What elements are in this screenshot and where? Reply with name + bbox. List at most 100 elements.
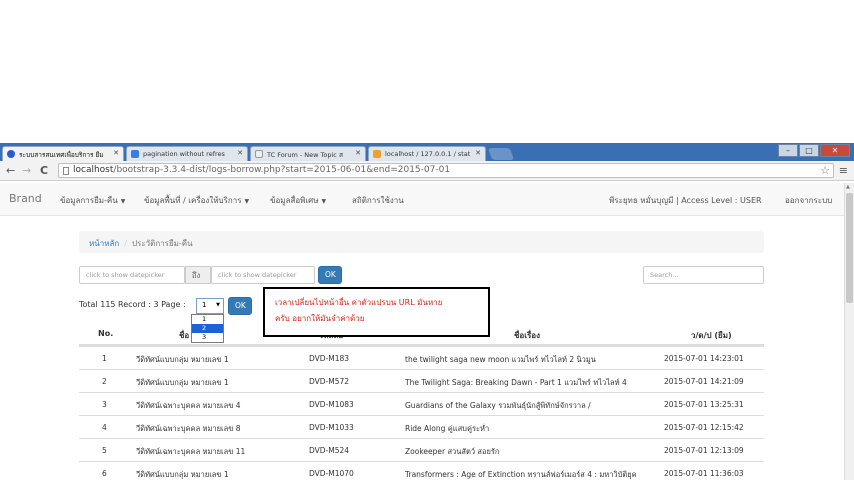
phpmyadmin-favicon-icon bbox=[373, 150, 381, 158]
page-ok-button[interactable]: OK bbox=[228, 297, 252, 315]
cell-media-code: DVD-M1083 bbox=[309, 400, 354, 409]
page-scrollbar[interactable]: ▲ bbox=[844, 183, 854, 480]
url-path: /bootstrap-3.3.4-dist/logs-borrow.php?st… bbox=[113, 165, 451, 175]
nav-label: ข้อมูลการยืม-คืน bbox=[60, 196, 118, 205]
breadcrumb: หน้าหลัก / ประวัติการยืม-คืน bbox=[79, 231, 764, 253]
page-favicon-icon bbox=[255, 150, 263, 158]
cell-media-code: DVD-M572 bbox=[309, 377, 350, 386]
cell-date: 2015-07-01 12:15:42 bbox=[664, 423, 744, 432]
annotation-note: เวลาเปลี่ยนไปหน้าอื่น ค่าตัวแปรบน URL มั… bbox=[263, 287, 490, 337]
col-header-date: ว/ด/ป (ยืม) bbox=[691, 331, 732, 340]
cell-date: 2015-07-01 11:36:03 bbox=[664, 469, 744, 478]
close-window-icon[interactable]: ✕ bbox=[820, 144, 850, 157]
cell-no: 1 bbox=[102, 354, 107, 363]
minimize-icon[interactable]: – bbox=[778, 144, 798, 157]
cell-title: The Twilight Saga: Breaking Dawn - Part … bbox=[405, 378, 627, 387]
cell-name: วีดิทัศน์แบบกลุ่ม หมายเลข 1 bbox=[136, 355, 229, 364]
record-summary: Total 115 Record : 3 Page : bbox=[79, 300, 186, 309]
google-favicon-icon bbox=[131, 150, 139, 158]
cell-no: 4 bbox=[102, 423, 107, 432]
date-ok-button[interactable]: OK bbox=[318, 266, 342, 284]
navbar-brand[interactable]: Brand bbox=[9, 192, 42, 205]
maximize-icon[interactable]: □ bbox=[799, 144, 819, 157]
cell-name: วีดิทัศน์เฉพาะบุคคล หมายเลข 4 bbox=[136, 401, 241, 410]
cell-name: วีดิทัศน์แบบกลุ่ม หมายเลข 1 bbox=[136, 378, 229, 387]
url-input[interactable]: localhost/bootstrap-3.3.4-dist/logs-borr… bbox=[58, 163, 834, 178]
search-input[interactable]: Search... bbox=[643, 266, 764, 284]
cell-title: Ride Along คู่แสบคู่ระห่ำ bbox=[405, 424, 490, 433]
breadcrumb-home[interactable]: หน้าหลัก bbox=[89, 239, 119, 248]
browser-tab-4[interactable]: localhost / 127.0.0.1 / stat ✕ bbox=[368, 146, 486, 161]
logout-link[interactable]: ออกจากระบบ bbox=[785, 194, 832, 207]
blank-area bbox=[0, 0, 854, 143]
nav-label: ข้อมูลพื้นที่ / เครื่องให้บริการ bbox=[144, 196, 242, 205]
cell-title: Zookeeper สวนสัตว์ สอยรัก bbox=[405, 447, 500, 456]
close-tab-icon[interactable]: ✕ bbox=[113, 149, 119, 157]
page-option[interactable]: 1 bbox=[192, 315, 223, 324]
close-tab-icon[interactable]: ✕ bbox=[355, 149, 361, 157]
cell-media-code: DVD-M1070 bbox=[309, 469, 354, 478]
page-select-value: 1 bbox=[202, 301, 207, 309]
cell-name: วีดิทัศน์แบบกลุ่ม หมายเลข 1 bbox=[136, 470, 229, 479]
tab-label: ระบบสารสนเทศเพื่อบริการ ยืม bbox=[19, 151, 104, 159]
browser-menu-icon[interactable]: ≡ bbox=[839, 164, 848, 177]
cell-no: 6 bbox=[102, 469, 107, 478]
caret-down-icon: ▼ bbox=[244, 198, 250, 205]
cell-media-code: DVD-M183 bbox=[309, 354, 350, 363]
scroll-thumb[interactable] bbox=[846, 193, 853, 303]
table-row: 1 วีดิทัศน์แบบกลุ่ม หมายเลข 1 DVD-M183 t… bbox=[79, 346, 764, 369]
table-row: 5 วีดิทัศน์เฉพาะบุคคล หมายเลข 11 DVD-M52… bbox=[79, 438, 764, 461]
page-icon bbox=[63, 167, 69, 175]
cell-media-code: DVD-M524 bbox=[309, 446, 350, 455]
end-date-input[interactable]: click to show datepicker bbox=[211, 266, 315, 284]
cell-title: Transformers : Age of Extinction ทรานส์ฟ… bbox=[405, 470, 637, 479]
select-arrow-icon: ▼ bbox=[216, 302, 220, 308]
caret-down-icon: ▼ bbox=[120, 198, 126, 205]
cell-name: วีดิทัศน์เฉพาะบุคคล หมายเลข 11 bbox=[136, 447, 246, 456]
site-favicon-icon bbox=[7, 150, 15, 158]
table-row: 6 วีดิทัศน์แบบกลุ่ม หมายเลข 1 DVD-M1070 … bbox=[79, 461, 764, 484]
col-header-no: No. bbox=[98, 329, 114, 338]
user-info: พีระยุทธ หมั่นบุญมี | Access Level : USE… bbox=[609, 196, 762, 205]
nav-item-area-machines[interactable]: ข้อมูลพื้นที่ / เครื่องให้บริการ ▼ bbox=[144, 194, 249, 207]
browser-tab-3[interactable]: TC Forum - New Topic ส ✕ bbox=[250, 146, 366, 161]
close-tab-icon[interactable]: ✕ bbox=[237, 149, 243, 157]
breadcrumb-current: ประวัติการยืม-คืน bbox=[131, 239, 193, 248]
tab-label: localhost / 127.0.0.1 / stat bbox=[385, 150, 471, 158]
cell-no: 2 bbox=[102, 377, 107, 386]
table-row: 4 วีดิทัศน์เฉพาะบุคคล หมายเลข 8 DVD-M103… bbox=[79, 415, 764, 438]
table-row: 3 วีดิทัศน์เฉพาะบุคคล หมายเลข 4 DVD-M108… bbox=[79, 392, 764, 415]
nav-label: ข้อมูลสื่อพิเศษ bbox=[270, 196, 319, 205]
cell-no: 3 bbox=[102, 400, 107, 409]
scroll-up-icon[interactable]: ▲ bbox=[846, 184, 850, 190]
cell-date: 2015-07-01 12:13:09 bbox=[664, 446, 744, 455]
back-arrow-icon[interactable]: ← bbox=[6, 164, 15, 177]
start-date-input[interactable]: click to show datepicker bbox=[79, 266, 185, 284]
browser-tab-2[interactable]: pagination without refres ✕ bbox=[126, 146, 248, 161]
cell-date: 2015-07-01 13:25:31 bbox=[664, 400, 744, 409]
browser-tab-1[interactable]: ระบบสารสนเทศเพื่อบริการ ยืม ✕ bbox=[2, 146, 124, 161]
browser-tab-bar: ระบบสารสนเทศเพื่อบริการ ยืม ✕ pagination… bbox=[0, 143, 854, 161]
caret-down-icon: ▼ bbox=[321, 198, 327, 205]
nav-item-stats[interactable]: สถิติการใช้งาน bbox=[352, 194, 404, 207]
new-tab-button[interactable] bbox=[487, 148, 515, 160]
bookmark-star-icon[interactable]: ☆ bbox=[820, 164, 830, 177]
note-line-1: เวลาเปลี่ยนไปหน้าอื่น ค่าตัวแปรบน URL มั… bbox=[275, 298, 443, 307]
forward-arrow-icon[interactable]: → bbox=[22, 164, 31, 177]
browser-address-bar: ← → C localhost/bootstrap-3.3.4-dist/log… bbox=[0, 161, 854, 181]
cell-media-code: DVD-M1033 bbox=[309, 423, 354, 432]
note-line-2: ครับ อยากให้มันจำค่าด้วย bbox=[275, 314, 365, 323]
site-navbar: Brand ข้อมูลการยืม-คืน ▼ ข้อมูลพื้นที่ / … bbox=[0, 183, 844, 216]
window-controls: – □ ✕ bbox=[778, 144, 850, 157]
nav-item-borrow-return[interactable]: ข้อมูลการยืม-คืน ▼ bbox=[60, 194, 125, 207]
tab-label: TC Forum - New Topic ส bbox=[267, 151, 343, 159]
cell-date: 2015-07-01 14:23:01 bbox=[664, 354, 744, 363]
cell-title: Guardians of the Galaxy รวมพันธุ์นักสู้พ… bbox=[405, 401, 591, 410]
close-tab-icon[interactable]: ✕ bbox=[475, 149, 481, 157]
page-select[interactable]: 1 ▼ bbox=[196, 298, 224, 314]
cell-no: 5 bbox=[102, 446, 107, 455]
breadcrumb-separator: / bbox=[124, 239, 127, 248]
reload-icon[interactable]: C bbox=[40, 164, 48, 177]
cell-name: วีดิทัศน์เฉพาะบุคคล หมายเลข 8 bbox=[136, 424, 241, 433]
nav-item-special-media[interactable]: ข้อมูลสื่อพิเศษ ▼ bbox=[270, 194, 326, 207]
